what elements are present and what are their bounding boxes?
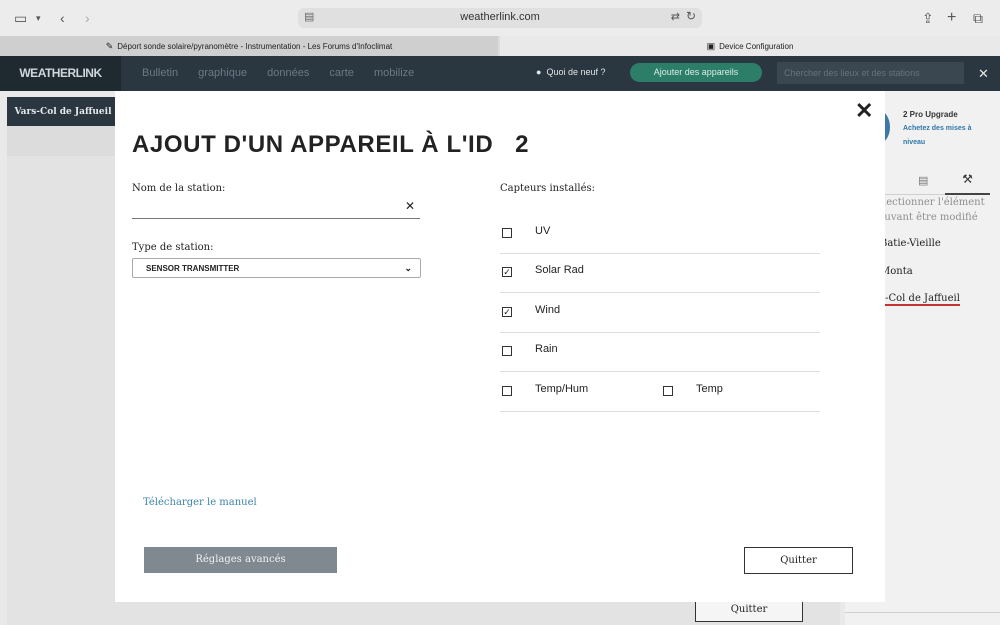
forward-icon: › xyxy=(85,10,90,26)
search-input[interactable]: Chercher des lieux et des stations xyxy=(777,62,964,84)
sensor-row-temp: Temp/Hum Temp xyxy=(500,372,820,412)
device-id: 2 xyxy=(515,131,530,158)
sidebar-notice-line2: pouvant être modifié xyxy=(872,212,978,223)
sensor-row-uv: UV xyxy=(500,214,820,254)
sensor-label: Temp xyxy=(696,383,723,395)
whats-new-label: Quoi de neuf ? xyxy=(546,67,606,77)
sensor-label: Temp/Hum xyxy=(535,383,589,395)
download-manual-link[interactable]: Télécharger le manuel xyxy=(143,497,257,508)
sidebar-station-item[interactable]: Batie-Vieille xyxy=(880,238,941,249)
sensor-label: Wind xyxy=(535,304,561,316)
tab-device-configuration[interactable]: ▣ Device Configuration xyxy=(500,36,1000,56)
modal-close-icon[interactable]: ✕ xyxy=(855,100,873,122)
station-name-input[interactable] xyxy=(132,198,420,219)
station-type-select[interactable]: SENSOR TRANSMITTER ⌄ xyxy=(132,258,421,278)
weatherlink-favicon-icon: ▣ xyxy=(706,41,716,51)
back-icon[interactable]: ‹ xyxy=(60,9,65,27)
weatherlink-logo[interactable]: WEATHERLINK xyxy=(0,56,121,91)
background-panel-header xyxy=(7,126,115,156)
sidebar-station-item-active[interactable]: s-Col de Jaffueil xyxy=(880,293,960,306)
nav-carte[interactable]: carte xyxy=(329,67,353,79)
uv-checkbox[interactable] xyxy=(502,228,512,238)
tab-label: Déport sonde solaire/pyranomètre - Instr… xyxy=(117,42,393,51)
sensor-row-rain: Rain xyxy=(500,332,820,372)
tab-label: Device Configuration xyxy=(719,42,794,51)
temp-hum-checkbox[interactable] xyxy=(502,386,512,396)
sensor-label: Solar Rad xyxy=(535,264,584,276)
list-icon[interactable]: ▤ xyxy=(918,174,928,187)
tab-infoclimat[interactable]: ✎ Déport sonde solaire/pyranomètre - Inst… xyxy=(0,36,498,56)
rain-checkbox[interactable] xyxy=(502,346,512,356)
info-icon: ● xyxy=(536,67,542,77)
nav-mobilize[interactable]: mobilize xyxy=(374,67,414,79)
sensors-label: Capteurs installés: xyxy=(500,183,596,194)
whats-new-link[interactable]: ● Quoi de neuf ? xyxy=(536,56,606,89)
divider xyxy=(845,612,1000,613)
temp-checkbox[interactable] xyxy=(663,386,673,396)
solar-rad-checkbox[interactable]: ✓ xyxy=(502,267,512,277)
sensor-label: UV xyxy=(535,225,551,237)
advanced-settings-button[interactable]: Réglages avancés xyxy=(144,547,337,573)
sensor-label: Rain xyxy=(535,343,558,355)
tab-overview-icon[interactable]: ⧉ xyxy=(973,9,983,27)
main-nav: Bulletin graphique données carte mobiliz… xyxy=(142,56,431,91)
sidebar-icon[interactable]: ▭ xyxy=(14,9,27,27)
station-type-label: Type de station: xyxy=(132,242,214,253)
station-type-value: SENSOR TRANSMITTER xyxy=(146,264,240,273)
pro-upgrade-title: 2 Pro Upgrade xyxy=(903,110,958,119)
sensor-row-solar-rad: ✓ Solar Rad xyxy=(500,253,820,293)
pro-upgrade-link[interactable]: Achetez des mises à niveau xyxy=(903,122,983,150)
add-devices-button[interactable]: Ajouter des appareils xyxy=(630,63,762,82)
wind-checkbox[interactable]: ✓ xyxy=(502,307,512,317)
station-name-label: Nom de la station: xyxy=(132,183,226,194)
new-tab-icon[interactable]: + xyxy=(947,9,956,27)
reload-icon[interactable]: ↻ xyxy=(686,9,696,23)
nav-donnees[interactable]: données xyxy=(267,67,309,79)
nav-graphique[interactable]: graphique xyxy=(198,67,247,79)
tab-bar: ✎ Déport sonde solaire/pyranomètre - Inst… xyxy=(0,36,1000,56)
browser-toolbar: ▭ ▾ ‹ › ▤ weatherlink.com ⇄ ↻ ⇪ + ⧉ xyxy=(0,0,1000,37)
wrench-icon[interactable]: ⚒ xyxy=(945,172,990,195)
add-device-modal: ✕ AJOUT D'UN APPAREIL À L'ID 2 Nom de la… xyxy=(115,91,885,602)
share-icon[interactable]: ⇪ xyxy=(922,9,934,27)
nav-bulletin[interactable]: Bulletin xyxy=(142,67,178,79)
modal-title: AJOUT D'UN APPAREIL À L'ID 2 xyxy=(132,131,529,159)
url-text: weatherlink.com xyxy=(460,11,540,23)
close-icon[interactable]: ✕ xyxy=(978,66,989,82)
modal-title-text: AJOUT D'UN APPAREIL À L'ID xyxy=(132,131,494,158)
sensor-row-wind: ✓ Wind xyxy=(500,293,820,333)
station-tab[interactable]: Vars-Col de Jaffueil xyxy=(7,97,119,126)
clear-input-icon[interactable]: ✕ xyxy=(405,199,415,213)
chevron-down-icon[interactable]: ▾ xyxy=(36,9,41,27)
sidebar-notice-line1: sélectionner l'élément xyxy=(872,197,985,208)
translate-icon[interactable]: ⇄ xyxy=(671,10,680,23)
site-header: WEATHERLINK Bulletin graphique données c… xyxy=(0,56,1000,91)
infoclimat-favicon-icon: ✎ xyxy=(105,41,114,51)
chevron-down-icon: ⌄ xyxy=(404,263,412,273)
quit-button[interactable]: Quitter xyxy=(744,547,853,574)
address-bar[interactable]: ▤ weatherlink.com ⇄ ↻ xyxy=(298,8,702,28)
